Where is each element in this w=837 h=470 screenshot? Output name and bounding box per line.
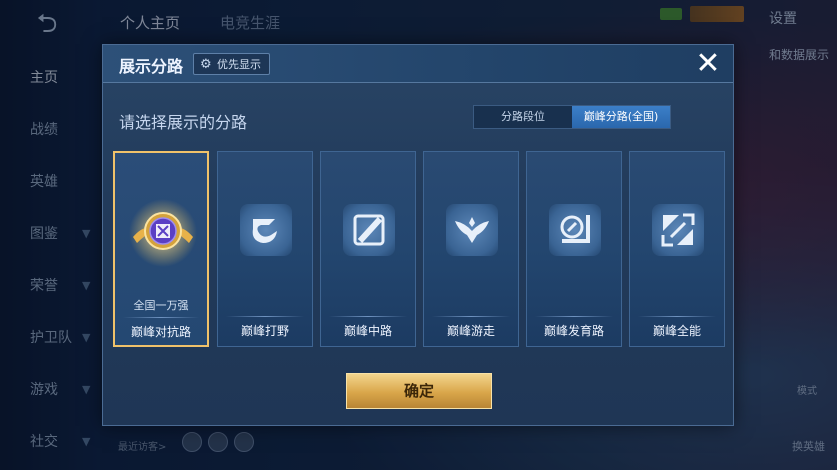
lane-card-label: 巅峰打野 [240, 324, 289, 338]
lane-card-label: 巅峰游走 [446, 324, 495, 338]
lane-card-label: 巅峰发育路 [543, 324, 604, 338]
card-divider [432, 316, 510, 317]
modal-title: 展示分路 [119, 57, 184, 76]
lane-display-modal: 展示分路 ⚙ 优先显示 ✕ 请选择展示的分路 分路段位 巅峰分路(全国) 全国一… [102, 44, 734, 426]
lane-card-label: 巅峰全能 [652, 324, 701, 338]
priority-display-label: 优先显示 [217, 58, 261, 71]
select-lane-prompt: 请选择展示的分路 [119, 113, 248, 132]
gear-icon: ⚙ [200, 56, 212, 72]
lane-card-top[interactable]: 全国一万强 巅峰对抗路 [113, 151, 209, 347]
lane-card-allround[interactable]: 巅峰全能 [629, 151, 725, 347]
lane-card-roam[interactable]: 巅峰游走 [423, 151, 519, 347]
modal-header: 展示分路 ⚙ 优先显示 ✕ [103, 45, 733, 83]
lane-type-toggle: 分路段位 巅峰分路(全国) [473, 105, 671, 129]
toggle-lane-rank[interactable]: 分路段位 [474, 106, 572, 128]
lane-card-jungle[interactable]: 巅峰打野 [217, 151, 313, 347]
card-divider [638, 316, 716, 317]
allround-icon [652, 204, 704, 256]
rank-title: 全国一万强 [133, 299, 189, 312]
jungle-icon [240, 204, 292, 256]
roam-icon [446, 204, 498, 256]
lane-card-label: 巅峰中路 [343, 324, 392, 338]
lane-cards: 全国一万强 巅峰对抗路 巅峰打野 巅峰中路 巅峰游走 巅峰发育路 巅峰全能 [113, 151, 725, 347]
lane-card-label: 巅峰对抗路 [130, 325, 191, 339]
bot-icon [549, 204, 601, 256]
card-divider [123, 317, 199, 318]
close-icon[interactable]: ✕ [693, 49, 723, 79]
mid-icon [343, 204, 395, 256]
confirm-button[interactable]: 确定 [346, 373, 492, 409]
card-divider [226, 316, 304, 317]
card-divider [535, 316, 613, 317]
card-divider [329, 316, 407, 317]
toggle-peak-lane-national[interactable]: 巅峰分路(全国) [572, 106, 670, 128]
lane-card-mid[interactable]: 巅峰中路 [320, 151, 416, 347]
priority-display-button[interactable]: ⚙ 优先显示 [193, 53, 270, 75]
lane-card-bot[interactable]: 巅峰发育路 [526, 151, 622, 347]
medal-icon [129, 199, 197, 267]
